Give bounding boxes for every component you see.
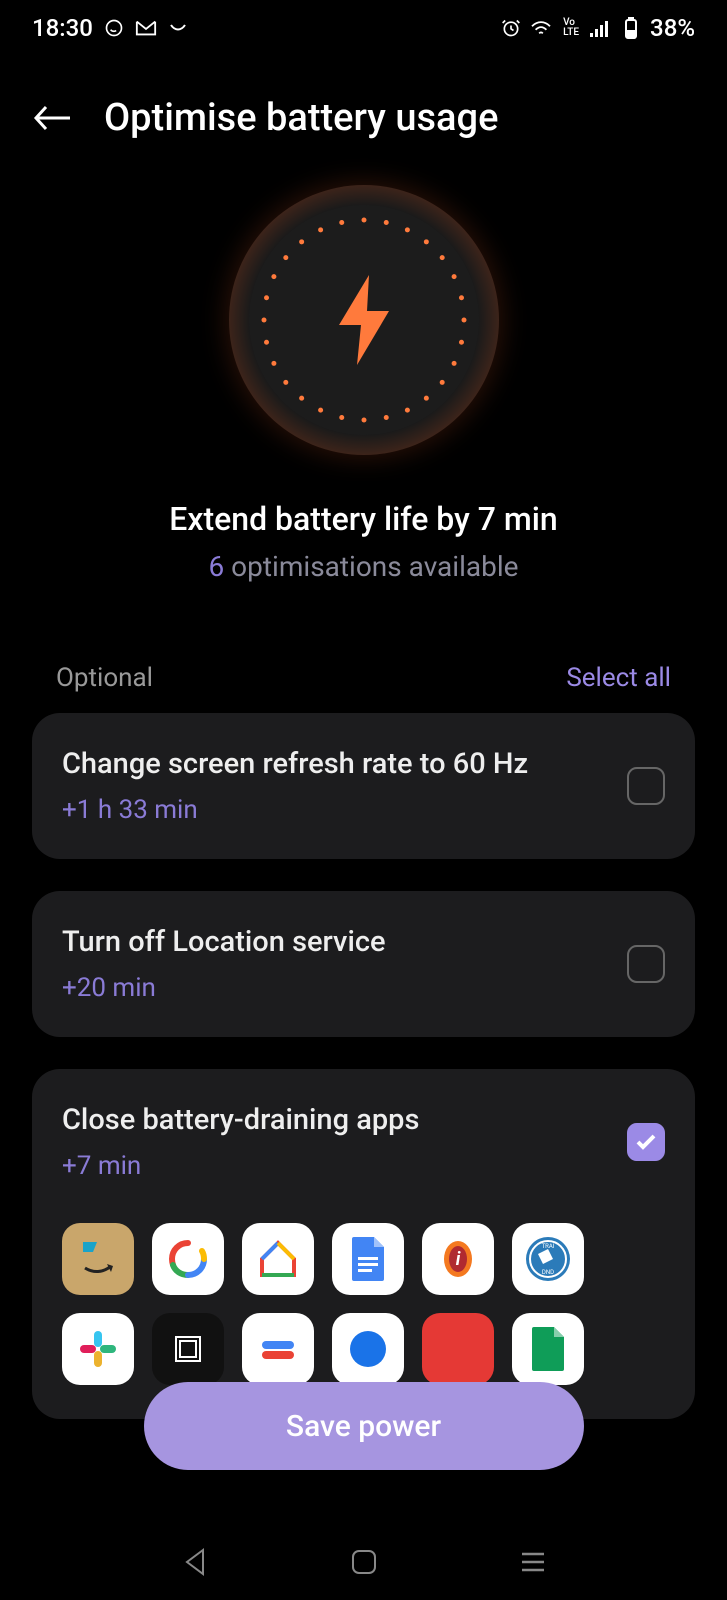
- card-gain: +7 min: [62, 1151, 607, 1181]
- app-icon-slack[interactable]: [62, 1313, 134, 1385]
- back-button[interactable]: [32, 96, 76, 140]
- app-icon-trai-dnd[interactable]: TRAI DND: [512, 1223, 584, 1295]
- status-bar: 18:30 VoLTE 38%: [0, 0, 727, 56]
- hero-headline: Extend battery life by 7 min: [169, 500, 557, 538]
- gmail-icon: [135, 17, 157, 39]
- card-title: Close battery-draining apps: [62, 1103, 607, 1137]
- svg-text:DND: DND: [542, 1269, 554, 1276]
- svg-text:i: i: [456, 1249, 461, 1270]
- nav-home[interactable]: [346, 1544, 382, 1580]
- whatsapp-icon: [103, 17, 125, 39]
- card-gain: +1 h 33 min: [62, 795, 607, 825]
- nav-bar: [0, 1544, 727, 1580]
- optimisation-text: optimisations available: [224, 550, 518, 583]
- hero: Extend battery life by 7 min 6 optimisat…: [0, 160, 727, 623]
- battery-icon: [620, 17, 642, 39]
- nav-back[interactable]: [177, 1544, 213, 1580]
- alarm-icon: [500, 17, 522, 39]
- optimisation-list: Change screen refresh rate to 60 Hz +1 h…: [0, 713, 727, 1419]
- app-icon-generic2[interactable]: [242, 1313, 314, 1385]
- section-header: Optional Select all: [0, 623, 727, 713]
- svg-text:TRAI: TRAI: [542, 1243, 555, 1250]
- card-refresh-rate[interactable]: Change screen refresh rate to 60 Hz +1 h…: [32, 713, 695, 859]
- status-right: VoLTE 38%: [500, 14, 695, 42]
- app-icon-sheets[interactable]: [512, 1313, 584, 1385]
- checkbox[interactable]: [627, 1123, 665, 1161]
- app-icon-google-docs[interactable]: [332, 1223, 404, 1295]
- wifi-icon: [530, 17, 552, 39]
- volte-icon: VoLTE: [560, 17, 582, 39]
- header: Optimise battery usage: [0, 56, 727, 160]
- card-title: Turn off Location service: [62, 925, 607, 959]
- app-icon-icici[interactable]: i: [422, 1223, 494, 1295]
- save-power-button[interactable]: Save power: [144, 1382, 584, 1470]
- app-icon-google[interactable]: [152, 1223, 224, 1295]
- page-title: Optimise battery usage: [104, 96, 498, 140]
- bolt-icon: [329, 275, 399, 365]
- battery-orb: [214, 170, 514, 470]
- nav-recent[interactable]: [515, 1544, 551, 1580]
- more-notifications-icon: [167, 17, 189, 39]
- card-location[interactable]: Turn off Location service +20 min: [32, 891, 695, 1037]
- checkbox[interactable]: [627, 945, 665, 983]
- optimisation-count: 6: [208, 550, 224, 583]
- card-title: Change screen refresh rate to 60 Hz: [62, 747, 607, 781]
- app-icon-generic4[interactable]: [422, 1313, 494, 1385]
- select-all-button[interactable]: Select all: [566, 663, 671, 693]
- app-icon-google-home[interactable]: [242, 1223, 314, 1295]
- checkbox[interactable]: [627, 767, 665, 805]
- app-grid: i TRAI DND: [62, 1223, 665, 1385]
- hero-subhead: 6 optimisations available: [208, 550, 518, 583]
- status-time: 18:30: [32, 14, 93, 42]
- section-label: Optional: [56, 663, 153, 693]
- signal-icon: [590, 17, 612, 39]
- status-left: 18:30: [32, 14, 189, 42]
- card-gain: +20 min: [62, 973, 607, 1003]
- app-icon-amazon[interactable]: [62, 1223, 134, 1295]
- card-close-apps[interactable]: Close battery-draining apps +7 min i: [32, 1069, 695, 1419]
- app-icon-generic3[interactable]: [332, 1313, 404, 1385]
- app-icon-generic1[interactable]: [152, 1313, 224, 1385]
- battery-percent: 38%: [650, 14, 695, 42]
